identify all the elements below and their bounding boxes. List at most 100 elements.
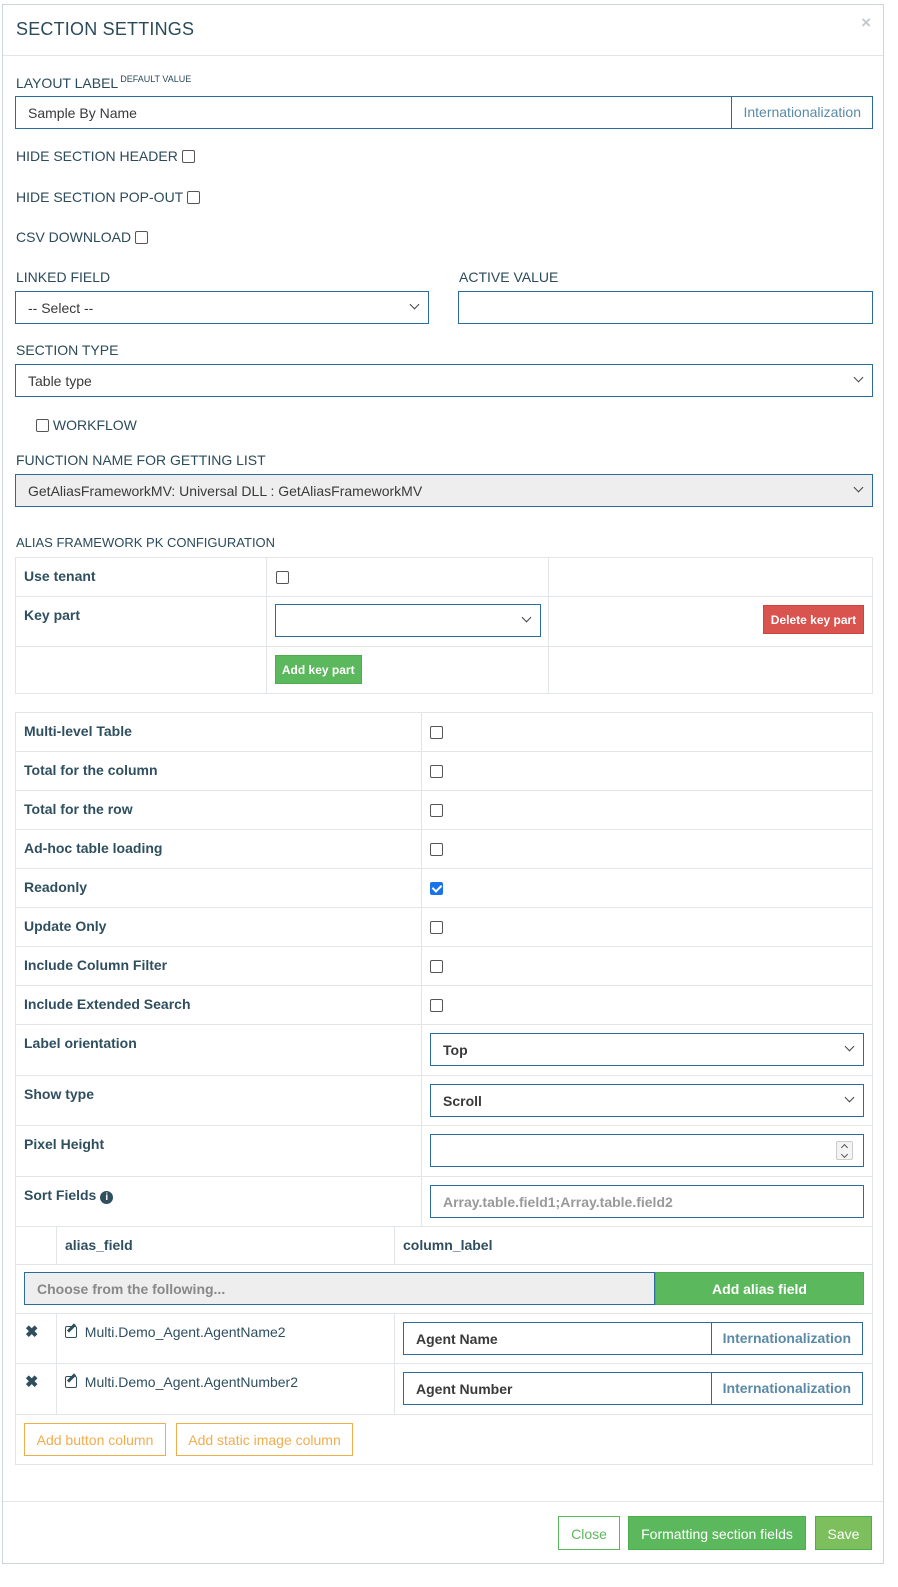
total-row-checkbox[interactable]	[430, 804, 443, 817]
extended-search-cell	[421, 985, 873, 1025]
key-part-cell	[265, 596, 550, 647]
workflow-row: WORKFLOW	[36, 417, 137, 433]
sort-fields-cell: Array.table.field1;Array.table.field2	[421, 1176, 873, 1227]
active-value-input[interactable]	[458, 291, 873, 324]
use-tenant-cell	[265, 557, 550, 597]
use-tenant-checkbox[interactable]	[275, 571, 289, 584]
show-type-value: Scroll	[443, 1093, 482, 1109]
column-label-value: Agent Number	[416, 1381, 513, 1397]
remove-icon[interactable]: ✖	[15, 1363, 57, 1415]
edit-icon[interactable]	[65, 1376, 77, 1388]
internationalization-addon[interactable]: Internationalization	[731, 97, 872, 128]
internationalization-addon[interactable]: Internationalization	[710, 1323, 862, 1354]
column-filter-checkbox[interactable]	[430, 960, 443, 973]
save-button[interactable]: Save	[815, 1516, 872, 1550]
chevron-down-icon	[853, 482, 864, 493]
hide-section-header-row: HIDE SECTION HEADER	[16, 148, 195, 164]
linked-field-select[interactable]: -- Select --	[15, 291, 429, 324]
empty-cell	[15, 646, 267, 694]
csv-download-checkbox[interactable]	[135, 231, 149, 244]
layout-label-input[interactable]: Sample By Name Internationalization	[15, 96, 873, 129]
col-label-header: column_label	[394, 1226, 873, 1265]
workflow-label: WORKFLOW	[52, 417, 137, 433]
adhoc-checkbox[interactable]	[430, 843, 443, 856]
extended-search-checkbox[interactable]	[430, 999, 443, 1012]
column-label-cell: Agent Name Internationalization	[394, 1313, 873, 1364]
label-orientation-label: Label orientation	[15, 1024, 422, 1076]
workflow-checkbox[interactable]	[36, 419, 49, 432]
modal-header: SECTION SETTINGS ×	[3, 5, 883, 56]
sort-fields-label-cell: Sort Fields i	[15, 1176, 422, 1227]
update-only-label: Update Only	[15, 907, 422, 947]
chevron-down-icon	[844, 1041, 855, 1052]
remove-icon[interactable]: ✖	[15, 1313, 57, 1364]
show-type-cell: Scroll	[421, 1075, 873, 1126]
empty-cell	[548, 646, 873, 694]
readonly-cell	[421, 868, 873, 908]
alias-table: alias_field column_label Choose from the…	[15, 1226, 873, 1465]
spinner-icon[interactable]	[836, 1141, 853, 1160]
pk-config-title: ALIAS FRAMEWORK PK CONFIGURATION	[16, 535, 276, 550]
add-alias-field-button[interactable]: Add alias field	[655, 1272, 864, 1305]
extended-search-label: Include Extended Search	[15, 985, 422, 1025]
sort-fields-input[interactable]: Array.table.field1;Array.table.field2	[430, 1185, 864, 1218]
update-only-cell	[421, 907, 873, 947]
chevron-down-icon	[853, 372, 864, 383]
total-row-label: Total for the row	[15, 790, 422, 830]
adhoc-label: Ad-hoc table loading	[15, 829, 422, 869]
add-columns-row: Add button column Add static image colum…	[15, 1414, 873, 1465]
hide-section-popout-checkbox[interactable]	[186, 191, 200, 204]
internationalization-addon[interactable]: Internationalization	[710, 1373, 862, 1404]
sort-fields-placeholder: Array.table.field1;Array.table.field2	[443, 1194, 673, 1210]
function-name-label: FUNCTION NAME FOR GETTING LIST	[16, 452, 266, 468]
pixel-height-input[interactable]	[430, 1134, 864, 1167]
footer-divider	[3, 1501, 883, 1502]
multi-level-label: Multi-level Table	[15, 712, 422, 752]
show-type-select[interactable]: Scroll	[430, 1084, 864, 1117]
linked-field-value: -- Select --	[28, 300, 94, 316]
update-only-checkbox[interactable]	[430, 921, 443, 934]
alias-field-value: Multi.Demo_Agent.AgentNumber2	[84, 1374, 299, 1390]
edit-icon[interactable]	[65, 1326, 77, 1338]
multi-level-checkbox[interactable]	[430, 726, 443, 739]
label-orientation-cell: Top	[421, 1024, 873, 1076]
layout-label-text: LAYOUT LABEL	[16, 75, 119, 91]
csv-download-row: CSV DOWNLOAD	[16, 229, 149, 245]
info-icon[interactable]: i	[100, 1191, 114, 1204]
alias-field-cell: Multi.Demo_Agent.AgentNumber2	[56, 1363, 395, 1415]
formatting-section-fields-button[interactable]: Formatting section fields	[628, 1516, 806, 1550]
section-type-select[interactable]: Table type	[15, 364, 873, 397]
hide-section-header-checkbox[interactable]	[181, 150, 195, 163]
add-key-part-button[interactable]: Add key part	[274, 655, 362, 684]
add-static-image-column-button[interactable]: Add static image column	[176, 1423, 353, 1456]
chevron-down-icon	[521, 612, 532, 623]
total-column-label: Total for the column	[15, 751, 422, 791]
key-part-select[interactable]	[274, 604, 541, 637]
linked-field-label: LINKED FIELD	[16, 269, 111, 285]
add-button-column-button[interactable]: Add button column	[24, 1423, 166, 1456]
column-label-input[interactable]: Agent Name Internationalization	[403, 1322, 863, 1355]
function-name-select[interactable]: GetAliasFrameworkMV: Universal DLL : Get…	[15, 474, 873, 507]
total-row-cell	[421, 790, 873, 830]
pk-config-table: Use tenant Key part Delete key part Add …	[15, 557, 873, 694]
choose-alias-input[interactable]: Choose from the following...	[24, 1272, 655, 1305]
choose-row: Choose from the following... Add alias f…	[15, 1264, 873, 1314]
column-label-cell: Agent Number Internationalization	[394, 1363, 873, 1415]
key-part-label: Key part	[15, 596, 267, 647]
section-type-value: Table type	[28, 373, 92, 389]
close-icon[interactable]: ×	[861, 13, 871, 33]
column-label-input[interactable]: Agent Number Internationalization	[403, 1372, 863, 1405]
close-button[interactable]: Close	[558, 1516, 620, 1550]
sort-fields-label: Sort Fields	[24, 1187, 97, 1203]
empty-header-cell	[15, 1226, 57, 1265]
use-tenant-label: Use tenant	[15, 557, 267, 597]
label-orientation-select[interactable]: Top	[430, 1033, 864, 1066]
readonly-checkbox[interactable]	[430, 882, 443, 895]
choose-alias-placeholder: Choose from the following...	[37, 1281, 226, 1297]
delete-key-part-button[interactable]: Delete key part	[763, 605, 864, 634]
multi-level-cell	[421, 712, 873, 752]
total-column-checkbox[interactable]	[430, 765, 443, 778]
show-type-label: Show type	[15, 1075, 422, 1126]
default-value-sup: DEFAULT VALUE	[120, 74, 192, 84]
section-type-label: SECTION TYPE	[16, 342, 119, 358]
